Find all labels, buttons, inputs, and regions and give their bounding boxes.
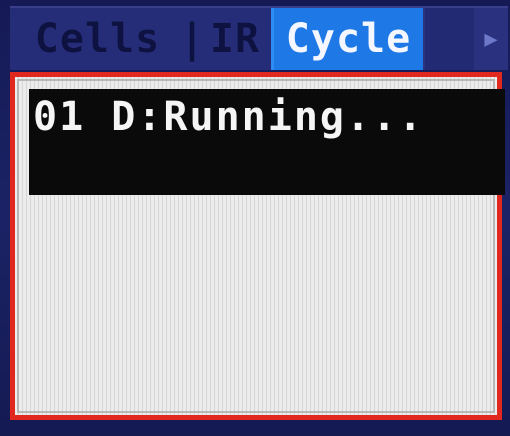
tab-bar-filler (423, 8, 474, 70)
cycle-panel: 01 D:Running... (10, 72, 505, 420)
device-screen: Cells | IR Cycle ▶ 01 D:Running... (0, 0, 510, 436)
status-text: 01 D:Running... (33, 94, 425, 140)
tab-separator: | (180, 8, 204, 70)
arrow-right-icon[interactable]: ▶ (474, 8, 508, 70)
tab-ir[interactable]: IR (199, 8, 271, 70)
status-row[interactable]: 01 D:Running... (29, 89, 505, 195)
tab-cells[interactable]: Cells (10, 8, 185, 70)
tab-cycle[interactable]: Cycle (271, 8, 423, 70)
tab-bar: Cells | IR Cycle ▶ (10, 6, 508, 70)
